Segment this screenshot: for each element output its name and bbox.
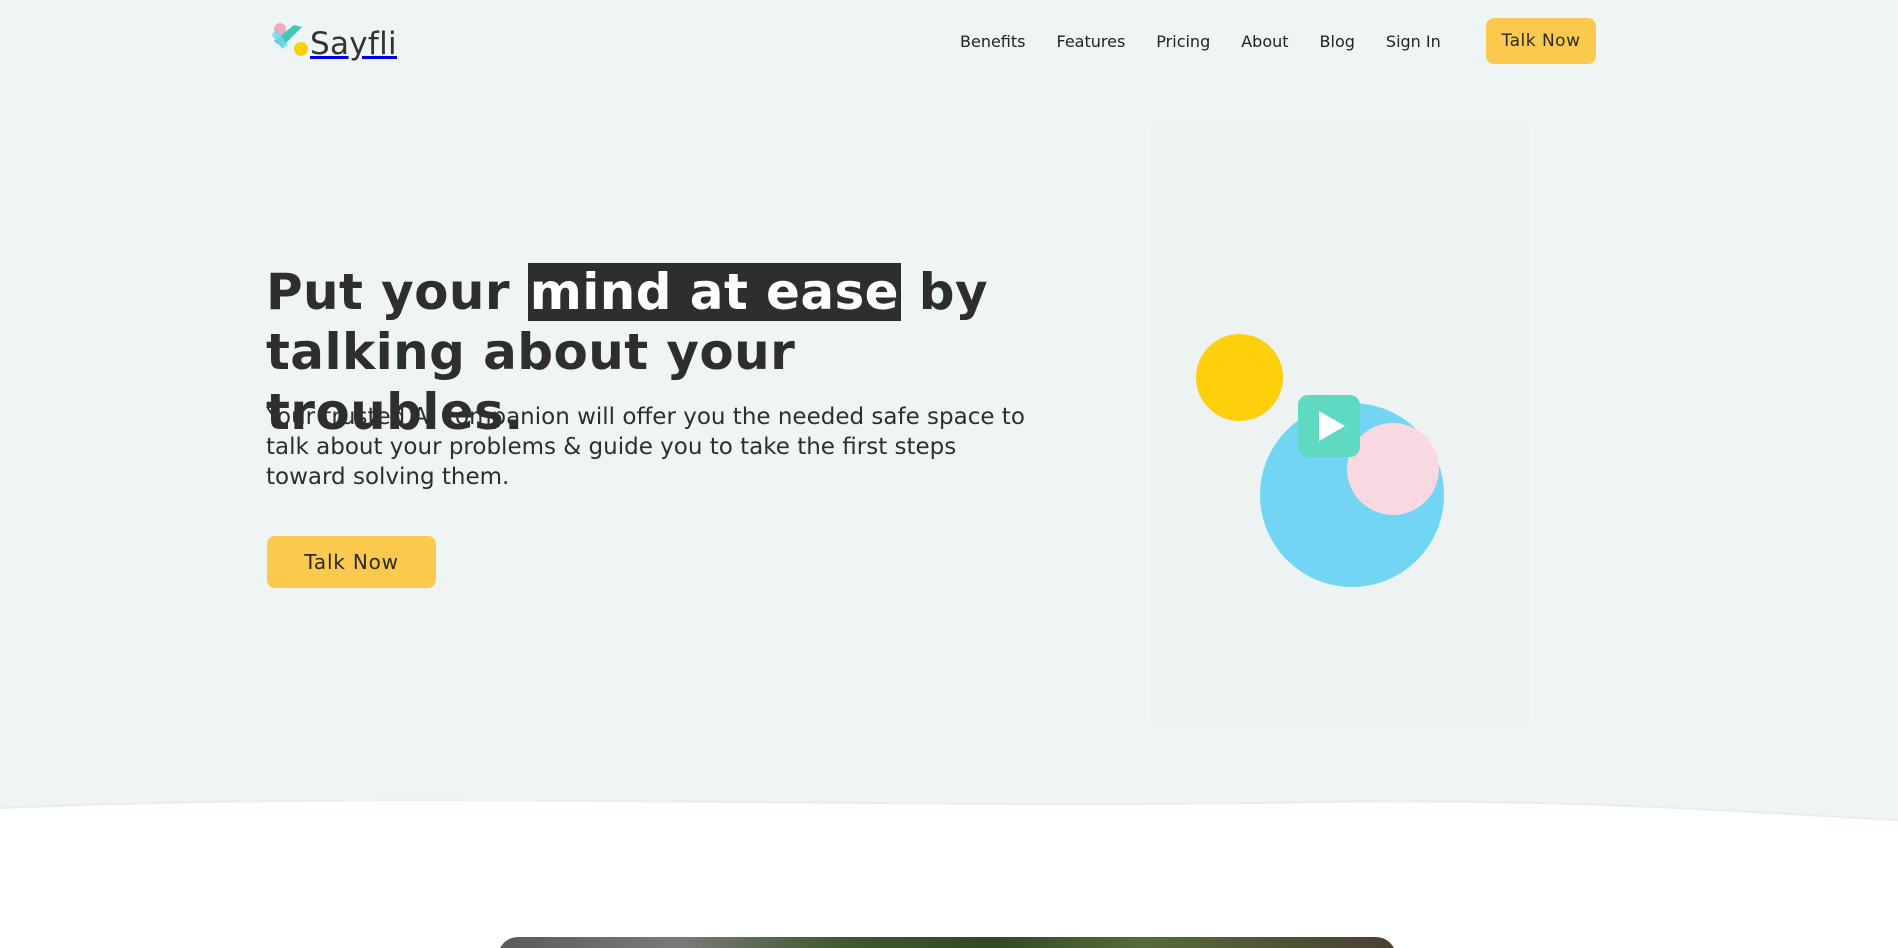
video-preview[interactable] xyxy=(498,937,1396,948)
nav-item-blog[interactable]: Blog xyxy=(1320,32,1355,51)
nav-item-features[interactable]: Features xyxy=(1057,32,1126,51)
main-nav: Benefits Features Pricing About Blog Sig… xyxy=(960,18,1472,64)
logo-link[interactable]: Sayfli xyxy=(268,18,397,64)
hero-subtext: Your trusted AI companion will offer you… xyxy=(266,404,1025,490)
landing-page: Sayfli Benefits Features Pricing About B… xyxy=(0,0,1898,948)
site-header: Sayfli Benefits Features Pricing About B… xyxy=(0,0,1898,80)
nav-item-about[interactable]: About xyxy=(1241,32,1288,51)
play-video-button[interactable] xyxy=(1298,395,1360,457)
nav-item-pricing[interactable]: Pricing xyxy=(1156,32,1210,51)
yellow-circle-decoration xyxy=(1196,334,1283,421)
hero-talk-now-button[interactable]: Talk Now xyxy=(267,536,436,588)
header-talk-now-button[interactable]: Talk Now xyxy=(1486,18,1596,64)
play-icon xyxy=(1319,411,1345,441)
logo-icon xyxy=(268,19,312,63)
nav-item-sign-in[interactable]: Sign In xyxy=(1386,32,1441,51)
nav-item-benefits[interactable]: Benefits xyxy=(960,32,1026,51)
brand-name: Sayfli xyxy=(310,26,397,62)
hero-wave-divider xyxy=(0,799,1898,880)
headline-text-start: Put your xyxy=(266,263,528,321)
headline-highlight: mind at ease xyxy=(527,263,901,321)
pink-circle-decoration xyxy=(1347,423,1439,515)
